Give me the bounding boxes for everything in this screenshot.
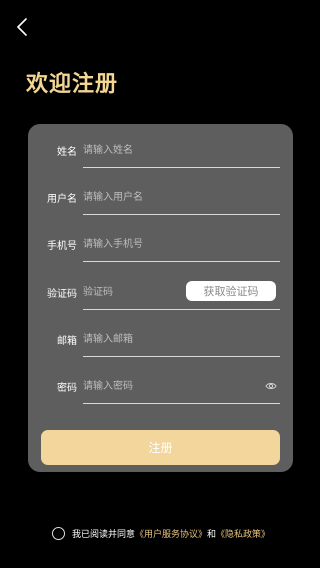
password-input[interactable] (83, 368, 258, 404)
username-input[interactable] (83, 179, 279, 215)
user-agreement-link[interactable]: 《用户服务协议》 (135, 527, 207, 540)
page-title: 欢迎注册 (26, 72, 119, 97)
agreement-row: 我已阅读并同意 《用户服务协议》 和 《隐私政策》 (52, 527, 270, 540)
register-button[interactable]: 注册 (41, 430, 280, 465)
field-row-phone: 手机号 (28, 226, 293, 262)
divider (83, 261, 280, 262)
phone-label: 手机号 (47, 240, 77, 252)
phone-input[interactable] (83, 226, 279, 262)
divider (83, 214, 280, 215)
divider (83, 309, 280, 310)
divider (83, 167, 280, 168)
code-input[interactable] (83, 274, 178, 310)
field-row-email: 邮箱 (28, 321, 293, 357)
field-row-name: 姓名 (28, 132, 293, 168)
eye-icon[interactable] (265, 380, 277, 392)
divider (83, 403, 280, 404)
field-row-password: 密码 (28, 368, 293, 404)
code-label: 验证码 (47, 288, 77, 300)
password-label: 密码 (57, 382, 77, 394)
agreement-prefix: 我已阅读并同意 (72, 530, 136, 540)
get-code-button[interactable]: 获取验证码 (186, 281, 276, 301)
divider (83, 356, 280, 357)
privacy-policy-link[interactable]: 《隐私政策》 (216, 527, 270, 540)
back-button[interactable] (12, 16, 32, 38)
email-label: 邮箱 (57, 335, 77, 347)
email-input[interactable] (83, 321, 279, 357)
field-row-username: 用户名 (28, 179, 293, 215)
name-label: 姓名 (57, 146, 77, 158)
agreement-and: 和 (207, 530, 217, 540)
name-input[interactable] (83, 132, 279, 168)
chevron-left-icon (17, 18, 27, 36)
register-form-card: 姓名 用户名 手机号 验证码 获取验证码 邮箱 密码 注册 (28, 124, 293, 472)
username-label: 用户名 (47, 193, 77, 205)
agree-radio[interactable] (52, 527, 65, 540)
field-row-code: 验证码 获取验证码 (28, 274, 293, 310)
